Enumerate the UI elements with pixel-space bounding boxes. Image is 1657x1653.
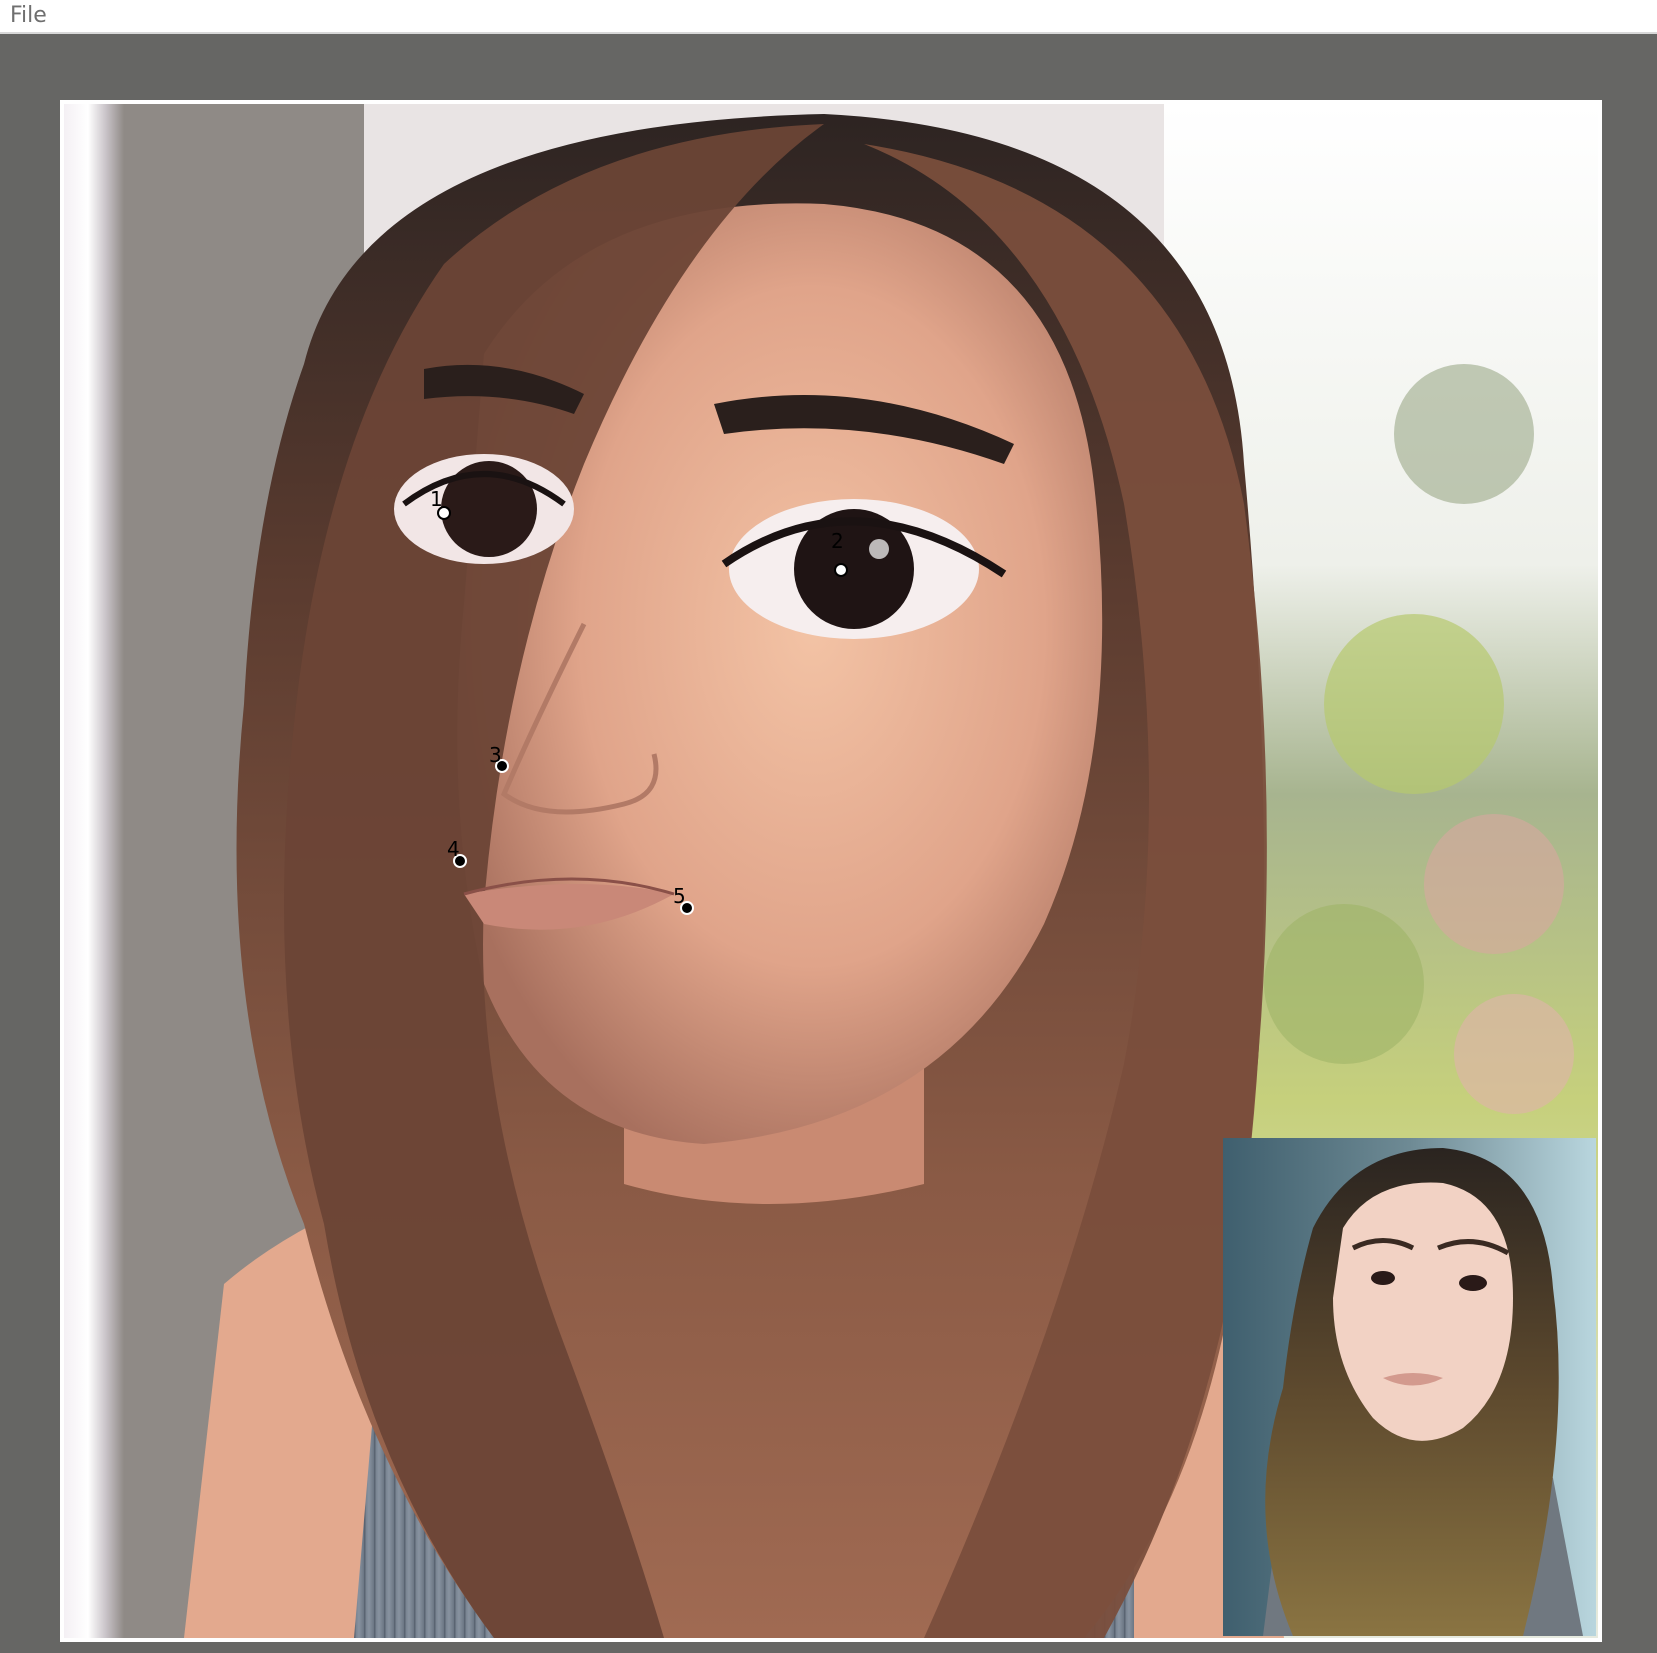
landmark-point-2[interactable]: 2	[831, 529, 848, 577]
landmark-label-5: 5	[673, 884, 686, 908]
landmark-point-5[interactable]: 5	[673, 884, 694, 915]
menu-file[interactable]: File	[10, 3, 47, 28]
landmark-point-3[interactable]: 3	[489, 743, 509, 773]
landmark-label-3: 3	[489, 743, 502, 767]
landmark-point-1[interactable]: 1	[430, 487, 451, 520]
reference-photo-image	[1223, 1138, 1596, 1636]
menu-bar: File	[0, 0, 1657, 34]
landmark-label-4: 4	[447, 837, 460, 861]
landmark-point-4[interactable]: 4	[447, 837, 467, 868]
landmark-label-2: 2	[831, 529, 844, 553]
landmark-label-1: 1	[430, 487, 443, 511]
reference-photo-thumbnail[interactable]	[1223, 1138, 1596, 1636]
